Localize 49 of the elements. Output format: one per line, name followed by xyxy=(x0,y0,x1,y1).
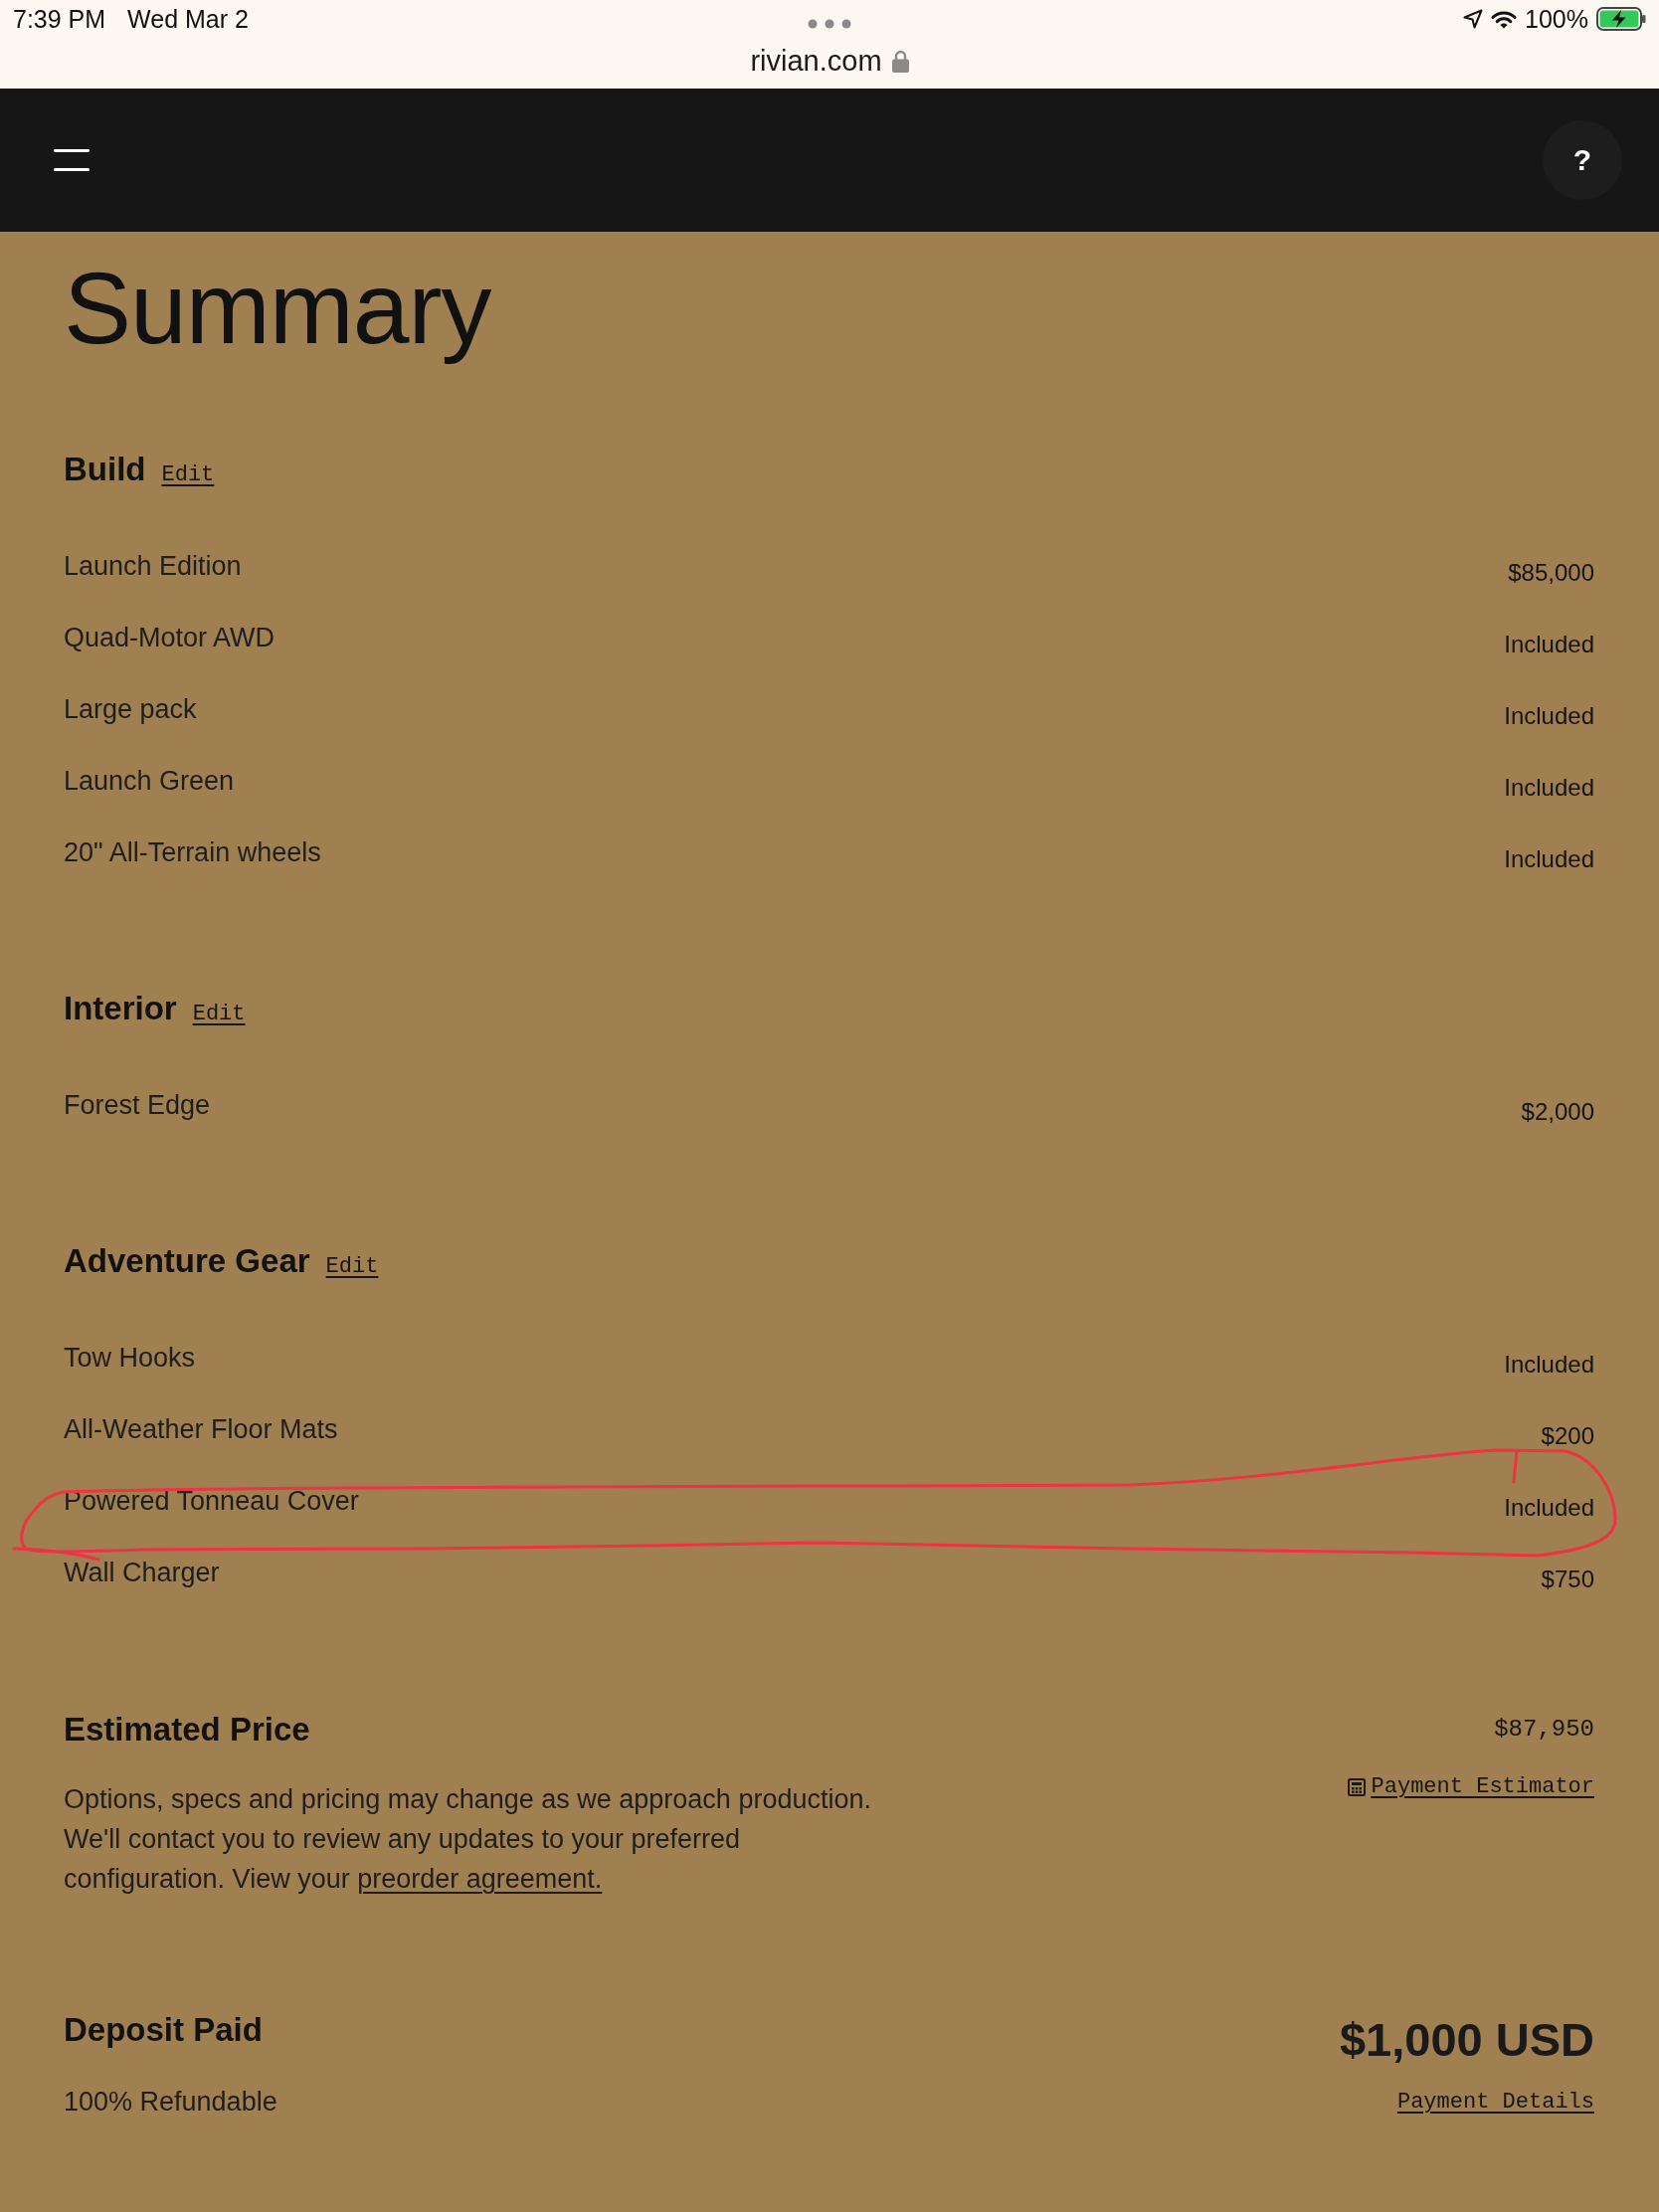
status-time: 7:39 PM xyxy=(13,4,106,34)
edit-link[interactable]: Edit xyxy=(325,1252,379,1282)
deposit-amount: $1,000 USD xyxy=(1339,2012,1594,2068)
menu-icon xyxy=(54,149,90,171)
url-text[interactable]: rivian.com xyxy=(750,42,882,80)
refundable-text: 100% Refundable xyxy=(64,2086,277,2119)
item-price: $85,000 xyxy=(1508,558,1594,588)
status-date: Wed Mar 2 xyxy=(127,4,249,34)
item-name: Wall Charger xyxy=(64,1557,220,1589)
estimated-price-title: Estimated Price xyxy=(64,1710,310,1750)
item-name: Large pack xyxy=(64,693,197,726)
item-price: $200 xyxy=(1541,1421,1594,1451)
item-price: Included xyxy=(1504,701,1594,731)
item-name: Launch Edition xyxy=(64,550,242,583)
payment-details-link[interactable]: Payment Details xyxy=(1396,2083,1594,2122)
item-price: Included xyxy=(1504,844,1594,874)
battery-percent: 100% xyxy=(1525,4,1588,34)
more-dots-icon[interactable] xyxy=(808,19,851,29)
location-arrow-icon xyxy=(1463,9,1484,29)
item-price: $750 xyxy=(1541,1565,1594,1594)
item-price: Included xyxy=(1504,630,1594,659)
item-name: Launch Green xyxy=(64,765,235,798)
section-title: Interior xyxy=(64,989,177,1028)
item-price: Included xyxy=(1504,1493,1594,1523)
pricing-note: Options, specs and pricing may change as we approach production. We'll contact you to review any updates to your preferred configuration. View your preorder agreement. xyxy=(64,1783,872,1896)
page-title: Summary xyxy=(64,253,492,364)
item-name: Tow Hooks xyxy=(64,1342,196,1375)
item-name: Forest Edge xyxy=(64,1089,211,1122)
section-title: Build xyxy=(64,450,146,489)
item-name: Quad-Motor AWD xyxy=(64,622,276,654)
battery-charging-icon xyxy=(1596,7,1646,31)
item-name: Powered Tonneau Cover xyxy=(64,1485,359,1518)
item-name: All-Weather Floor Mats xyxy=(64,1413,338,1446)
item-name: 20" All-Terrain wheels xyxy=(64,836,321,869)
edit-link[interactable]: Edit xyxy=(161,461,215,490)
estimated-price-amount: $87,950 xyxy=(1494,1715,1594,1745)
wifi-icon xyxy=(1491,9,1518,29)
lock-icon xyxy=(891,49,909,73)
preorder-agreement-link[interactable]: preorder agreement. xyxy=(357,1864,603,1894)
item-price: $2,000 xyxy=(1521,1097,1594,1127)
edit-link[interactable]: Edit xyxy=(192,1000,246,1029)
item-price: Included xyxy=(1504,773,1594,803)
payment-estimator-link[interactable]: Payment Estimator xyxy=(1347,1767,1594,1807)
item-price: Included xyxy=(1504,1350,1594,1380)
calculator-icon xyxy=(1347,1778,1366,1796)
deposit-title: Deposit Paid xyxy=(64,2010,263,2050)
section-title: Adventure Gear xyxy=(64,1241,310,1281)
help-button[interactable]: ? xyxy=(1543,120,1622,200)
menu-button[interactable] xyxy=(54,149,90,171)
